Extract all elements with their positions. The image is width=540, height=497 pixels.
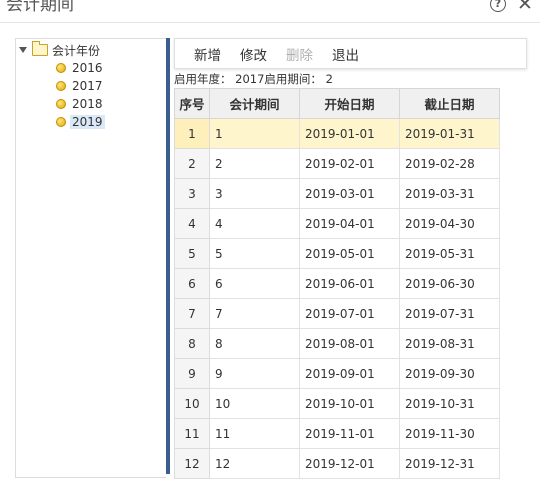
row-index-cell[interactable]: 4 [174, 208, 210, 239]
table-row[interactable]: 10 10 2019-10-01 2019-10-31 [174, 388, 500, 419]
tree-item-label: 2017 [72, 79, 103, 93]
table-header-row: 序号 会计期间 开始日期 截止日期 [174, 88, 500, 119]
table-body: 1 1 2019-01-01 2019-01-31 2 2 2019-02-01 2019-0… [174, 118, 500, 479]
row-index-cell[interactable]: 1 [174, 118, 210, 149]
end-date-cell[interactable]: 2019-01-31 [399, 118, 500, 149]
period-cell[interactable]: 4 [209, 208, 300, 239]
exit-button[interactable]: 退出 [332, 44, 359, 64]
row-index-cell[interactable]: 2 [174, 148, 210, 179]
end-date-cell[interactable]: 2019-10-31 [399, 388, 500, 419]
period-cell[interactable]: 8 [209, 328, 300, 359]
table-row[interactable]: 12 12 2019-12-01 2019-12-31 [174, 448, 500, 479]
period-cell[interactable]: 9 [209, 358, 300, 389]
table-row[interactable]: 2 2 2019-02-01 2019-02-28 [174, 148, 500, 179]
start-date-cell[interactable]: 2019-11-01 [299, 418, 400, 449]
table-row[interactable]: 4 4 2019-04-01 2019-04-30 [174, 208, 500, 239]
year-tree-panel: 会计年份 2016 2017 2018 2019 [15, 38, 166, 478]
column-header-period[interactable]: 会计期间 [209, 88, 300, 119]
help-icon[interactable]: ? [490, 0, 506, 12]
tree-root-label: 会计年份 [52, 43, 101, 58]
start-date-cell[interactable]: 2019-05-01 [299, 238, 400, 269]
edit-button[interactable]: 修改 [240, 44, 267, 64]
table-row[interactable]: 9 9 2019-09-01 2019-09-30 [174, 358, 500, 389]
tree-item-year[interactable]: 2017 [56, 77, 105, 95]
start-date-cell[interactable]: 2019-06-01 [299, 268, 400, 299]
close-icon[interactable]: ✕ [517, 0, 533, 15]
start-date-cell[interactable]: 2019-12-01 [299, 448, 400, 479]
folder-open-icon [32, 41, 48, 56]
tree-item-year-selected[interactable]: 2019 [56, 113, 105, 131]
start-date-cell[interactable]: 2019-09-01 [299, 358, 400, 389]
column-header-start-date[interactable]: 开始日期 [299, 88, 400, 119]
row-index-cell[interactable]: 9 [174, 358, 210, 389]
period-cell[interactable]: 10 [209, 388, 300, 419]
end-date-cell[interactable]: 2019-12-31 [399, 448, 500, 479]
tree-year-list: 2016 2017 2018 2019 [56, 59, 105, 131]
row-index-cell[interactable]: 5 [174, 238, 210, 269]
leaf-node-icon [56, 63, 66, 73]
add-button[interactable]: 新增 [194, 44, 221, 64]
end-date-cell[interactable]: 2019-07-31 [399, 298, 500, 329]
table-row[interactable]: 1 1 2019-01-01 2019-01-31 [174, 118, 500, 149]
period-cell[interactable]: 3 [209, 178, 300, 209]
title-bar: 会计期间 ? ✕ [0, 0, 540, 23]
row-index-cell[interactable]: 10 [174, 388, 210, 419]
tree-item-label: 2019 [70, 115, 105, 129]
row-index-cell[interactable]: 8 [174, 328, 210, 359]
start-date-cell[interactable]: 2019-10-01 [299, 388, 400, 419]
period-cell[interactable]: 11 [209, 418, 300, 449]
row-index-cell[interactable]: 12 [174, 448, 210, 479]
table-row[interactable]: 11 11 2019-11-01 2019-11-30 [174, 418, 500, 449]
period-cell[interactable]: 1 [209, 118, 300, 149]
period-cell[interactable]: 2 [209, 148, 300, 179]
toolbar: 新增 修改 删除 退出 [174, 38, 527, 69]
column-header-index[interactable]: 序号 [174, 88, 210, 119]
end-date-cell[interactable]: 2019-02-28 [399, 148, 500, 179]
table-row[interactable]: 5 5 2019-05-01 2019-05-31 [174, 238, 500, 269]
row-index-cell[interactable]: 7 [174, 298, 210, 329]
column-header-end-date[interactable]: 截止日期 [399, 88, 500, 119]
leaf-node-icon [56, 81, 66, 91]
start-date-cell[interactable]: 2019-04-01 [299, 208, 400, 239]
table-row[interactable]: 7 7 2019-07-01 2019-07-31 [174, 298, 500, 329]
table-row[interactable]: 3 3 2019-03-01 2019-03-31 [174, 178, 500, 209]
row-index-cell[interactable]: 6 [174, 268, 210, 299]
tree-root-accounting-year[interactable]: 会计年份 [19, 41, 100, 59]
end-date-cell[interactable]: 2019-11-30 [399, 418, 500, 449]
start-date-cell[interactable]: 2019-03-01 [299, 178, 400, 209]
end-date-cell[interactable]: 2019-06-30 [399, 268, 500, 299]
end-date-cell[interactable]: 2019-05-31 [399, 238, 500, 269]
delete-button[interactable]: 删除 [286, 44, 313, 64]
period-cell[interactable]: 7 [209, 298, 300, 329]
row-index-cell[interactable]: 3 [174, 178, 210, 209]
period-table: 序号 会计期间 开始日期 截止日期 1 1 2019-01-01 2019-01-31… [174, 88, 500, 479]
end-date-cell[interactable]: 2019-08-31 [399, 328, 500, 359]
tree-item-label: 2018 [72, 97, 103, 111]
expand-arrow-icon[interactable] [19, 47, 27, 53]
end-date-cell[interactable]: 2019-09-30 [399, 358, 500, 389]
table-row[interactable]: 8 8 2019-08-01 2019-08-31 [174, 328, 500, 359]
tree-item-year[interactable]: 2016 [56, 59, 105, 77]
row-index-cell[interactable]: 11 [174, 418, 210, 449]
period-cell[interactable]: 6 [209, 268, 300, 299]
start-date-cell[interactable]: 2019-07-01 [299, 298, 400, 329]
panel-splitter[interactable] [166, 38, 170, 474]
start-date-cell[interactable]: 2019-01-01 [299, 118, 400, 149]
table-row[interactable]: 6 6 2019-06-01 2019-06-30 [174, 268, 500, 299]
tree-item-year[interactable]: 2018 [56, 95, 105, 113]
start-date-cell[interactable]: 2019-02-01 [299, 148, 400, 179]
start-date-cell[interactable]: 2019-08-01 [299, 328, 400, 359]
end-date-cell[interactable]: 2019-03-31 [399, 178, 500, 209]
period-cell[interactable]: 5 [209, 238, 300, 269]
leaf-node-icon [56, 99, 66, 109]
period-cell[interactable]: 12 [209, 448, 300, 479]
window-title: 会计期间 [6, 0, 74, 15]
enabled-period-info: 启用年度： 2017启用期间： 2 [174, 72, 333, 86]
leaf-node-icon [56, 117, 66, 127]
end-date-cell[interactable]: 2019-04-30 [399, 208, 500, 239]
tree-item-label: 2016 [72, 61, 103, 75]
